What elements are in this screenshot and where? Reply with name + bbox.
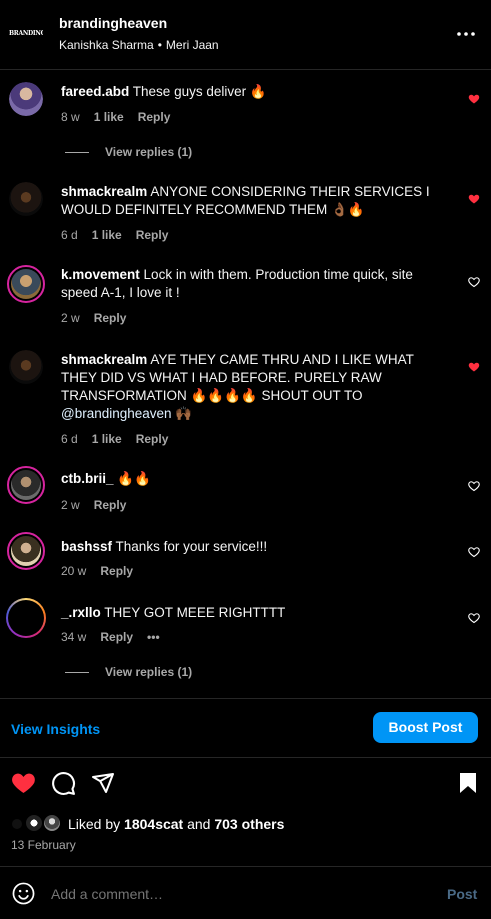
save-bookmark-icon[interactable]	[458, 772, 478, 794]
comment-text: _.rxllo THEY GOT MEEE RIGHTTTT	[61, 604, 441, 622]
liked-by-user[interactable]: 1804scat	[124, 816, 183, 832]
avatar	[25, 814, 43, 832]
comment-text: bashssf Thanks for your service!!!	[61, 538, 441, 556]
emoji-icon[interactable]	[12, 882, 35, 905]
comment-meta: 6 d 1 like Reply	[61, 432, 182, 446]
comment-text: fareed.abd These guys deliver 🔥	[61, 83, 441, 101]
comment-username[interactable]: ctb.brii_	[61, 471, 114, 486]
comment-text: shmackrealm ANYONE CONSIDERING THEIR SER…	[61, 183, 441, 219]
liked-by-others[interactable]: 703 others	[214, 816, 284, 832]
more-options-icon[interactable]	[456, 24, 476, 44]
comment-body: 🔥🔥	[117, 471, 151, 486]
reply-button[interactable]: Reply	[100, 564, 133, 578]
comment-time: 6 d	[61, 432, 78, 446]
reply-button[interactable]: Reply	[94, 498, 127, 512]
view-replies-button[interactable]: View replies (1)	[65, 145, 192, 159]
avatar	[11, 818, 23, 830]
comment-username[interactable]: fareed.abd	[61, 84, 129, 99]
audio-name[interactable]: Meri Jaan	[166, 38, 219, 52]
avatar[interactable]	[6, 598, 46, 638]
view-replies-label[interactable]: View replies (1)	[105, 665, 192, 679]
comment-time: 2 w	[61, 311, 80, 325]
boost-post-button[interactable]: Boost Post	[373, 712, 478, 743]
comment-input[interactable]	[51, 886, 431, 902]
view-replies-label[interactable]: View replies (1)	[105, 145, 192, 159]
comment-username[interactable]: bashssf	[61, 539, 112, 554]
comment-username[interactable]: k.movement	[61, 267, 140, 282]
avatar[interactable]	[9, 182, 43, 216]
avatar[interactable]	[9, 82, 43, 116]
comment-likes[interactable]: 1 like	[94, 110, 124, 124]
heart-filled-icon[interactable]	[468, 193, 480, 205]
comment-meta: 2 w Reply	[61, 311, 140, 325]
comment-time: 8 w	[61, 110, 80, 124]
brand-logo[interactable]: BRANDINGHEAVEN	[9, 26, 43, 42]
reply-button[interactable]: Reply	[94, 311, 127, 325]
heart-outline-icon[interactable]	[468, 480, 480, 492]
comment-likes[interactable]: 1 like	[92, 432, 122, 446]
liked-by-prefix: Liked by	[68, 816, 121, 832]
comment-username[interactable]: shmackrealm	[61, 352, 147, 367]
comment-bar: Post	[0, 866, 491, 919]
post-header: BRANDINGHEAVEN brandingheaven Kanishka S…	[0, 0, 491, 70]
mention-link[interactable]: @brandingheaven	[61, 406, 172, 421]
avatar[interactable]	[9, 350, 43, 384]
avatar[interactable]	[7, 466, 45, 504]
comment-body: These guys deliver 🔥	[132, 84, 267, 99]
reply-button[interactable]: Reply	[136, 228, 169, 242]
heart-filled-icon[interactable]	[468, 93, 480, 105]
comment-time: 34 w	[61, 630, 87, 644]
comment-meta: 6 d 1 like Reply	[61, 228, 182, 242]
comment-meta: 8 w 1 like Reply	[61, 110, 184, 124]
heart-filled-icon[interactable]	[468, 361, 480, 373]
comment-text: k.movement Lock in with them. Production…	[61, 266, 441, 302]
liked-by-text: Liked by 1804scat and 703 others	[68, 816, 284, 832]
comment-meta: 2 w Reply	[61, 498, 140, 512]
comment-text: shmackrealm AYE THEY CAME THRU AND I LIK…	[61, 351, 441, 423]
comment-text: ctb.brii_ 🔥🔥	[61, 470, 441, 488]
insights-bar: View Insights Boost Post	[0, 698, 491, 758]
comment-username[interactable]: _.rxllo	[61, 605, 101, 620]
comment-more-options[interactable]: •••	[147, 630, 160, 644]
comment-username[interactable]: shmackrealm	[61, 184, 147, 199]
share-send-icon[interactable]	[91, 771, 115, 795]
view-replies-button[interactable]: View replies (1)	[65, 665, 192, 679]
avatar[interactable]	[7, 265, 45, 303]
reply-button[interactable]: Reply	[138, 110, 171, 124]
avatar[interactable]	[7, 532, 45, 570]
post-comment-button[interactable]: Post	[447, 886, 477, 902]
heart-outline-icon[interactable]	[468, 612, 480, 624]
replies-line	[65, 152, 89, 154]
comment-time: 2 w	[61, 498, 80, 512]
comment-likes[interactable]: 1 like	[92, 228, 122, 242]
comment-bubble-icon[interactable]	[51, 771, 76, 796]
replies-line	[65, 672, 89, 674]
post-date: 13 February	[11, 838, 76, 852]
comment-time: 20 w	[61, 564, 87, 578]
comment-time: 6 d	[61, 228, 78, 242]
heart-outline-icon[interactable]	[468, 276, 480, 288]
post-subtitle: Kanishka Sharma • Meri Jaan	[59, 38, 219, 52]
comment-body: Thanks for your service!!!	[115, 539, 268, 554]
account-name[interactable]: brandingheaven	[59, 15, 167, 31]
like-heart-filled-icon[interactable]	[11, 771, 36, 794]
avatar	[43, 814, 61, 832]
view-insights-link[interactable]: View Insights	[11, 721, 100, 737]
reply-button[interactable]: Reply	[100, 630, 133, 644]
subtitle-separator: •	[157, 38, 162, 52]
comment-body: THEY GOT MEEE RIGHTTTT	[104, 605, 286, 620]
subtitle-user[interactable]: Kanishka Sharma	[59, 38, 154, 52]
comment-meta: 20 w Reply	[61, 564, 147, 578]
comment-body-end: 🙌🏾	[171, 406, 193, 421]
comment-meta: 34 w Reply •••	[61, 630, 174, 644]
reply-button[interactable]: Reply	[136, 432, 169, 446]
liked-by-and: and	[187, 816, 211, 832]
heart-outline-icon[interactable]	[468, 546, 480, 558]
